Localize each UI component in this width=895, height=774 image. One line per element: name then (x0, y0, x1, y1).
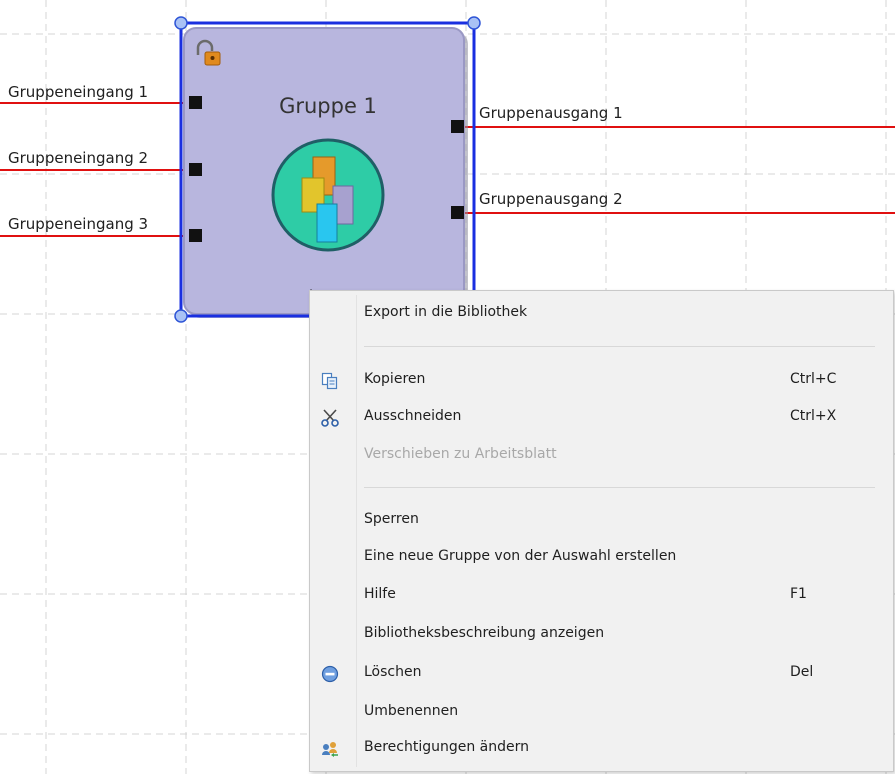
permissions-icon (321, 740, 339, 758)
menu-item-help[interactable]: Hilfe F1 (310, 579, 893, 611)
menu-item-copy[interactable]: Kopieren Ctrl+C (310, 364, 893, 396)
resize-handle-bottom-left (174, 309, 188, 323)
group-title[interactable]: Gruppe 1 (200, 94, 456, 118)
menu-item-shortcut: Ctrl+X (790, 408, 837, 424)
menu-item-create-group[interactable]: Eine neue Gruppe von der Auswahl erstell… (310, 541, 893, 573)
menu-item-label: Umbenennen (364, 703, 459, 719)
output-port-2 (451, 206, 464, 219)
menu-item-export-library[interactable]: Export in die Bibliothek (310, 297, 893, 329)
menu-item-shortcut: Del (790, 664, 814, 680)
menu-item-label: Verschieben zu Arbeitsblatt (364, 446, 557, 462)
menu-item-show-library-description[interactable]: Bibliotheksbeschreibung anzeigen (310, 618, 893, 650)
menu-item-label: Eine neue Gruppe von der Auswahl erstell… (364, 548, 677, 564)
menu-item-label: Hilfe (364, 586, 396, 602)
menu-item-label: Kopieren (364, 371, 426, 387)
menu-item-label: Bibliotheksbeschreibung anzeigen (364, 625, 605, 641)
menu-item-label: Export in die Bibliothek (364, 304, 528, 320)
resize-handle-top-left (174, 16, 188, 30)
resize-handle-top-right (467, 16, 481, 30)
menu-item-label: Löschen (364, 664, 422, 680)
input-label-2: Gruppeneingang 2 (8, 149, 149, 167)
group-icon (271, 138, 385, 252)
input-port-3 (189, 229, 202, 242)
menu-item-shortcut: Ctrl+C (790, 371, 837, 387)
scissors-icon (321, 409, 339, 427)
context-menu: Export in die Bibliothek Kopieren Ctrl+C… (309, 290, 894, 772)
delete-icon (321, 665, 339, 683)
output-label-1: Gruppenausgang 1 (479, 104, 623, 122)
menu-item-delete[interactable]: Löschen Del (310, 657, 893, 689)
menu-item-change-permissions[interactable]: Berechtigungen ändern (310, 732, 893, 764)
menu-item-rename[interactable]: Umbenennen (310, 696, 893, 728)
menu-separator (364, 346, 875, 347)
menu-item-shortcut: F1 (790, 586, 807, 602)
menu-item-label: Ausschneiden (364, 408, 462, 424)
input-label-3: Gruppeneingang 3 (8, 215, 149, 233)
menu-item-label: Sperren (364, 511, 419, 527)
output-label-2: Gruppenausgang 2 (479, 190, 623, 208)
input-label-1: Gruppeneingang 1 (8, 83, 149, 101)
menu-separator (364, 487, 875, 488)
copy-icon (321, 372, 339, 390)
menu-item-label: Berechtigungen ändern (364, 739, 530, 755)
menu-item-move-to-worksheet: Verschieben zu Arbeitsblatt (310, 439, 893, 471)
menu-item-lock[interactable]: Sperren (310, 504, 893, 536)
input-port-2 (189, 163, 202, 176)
output-port-1 (451, 120, 464, 133)
menu-item-cut[interactable]: Ausschneiden Ctrl+X (310, 401, 893, 433)
